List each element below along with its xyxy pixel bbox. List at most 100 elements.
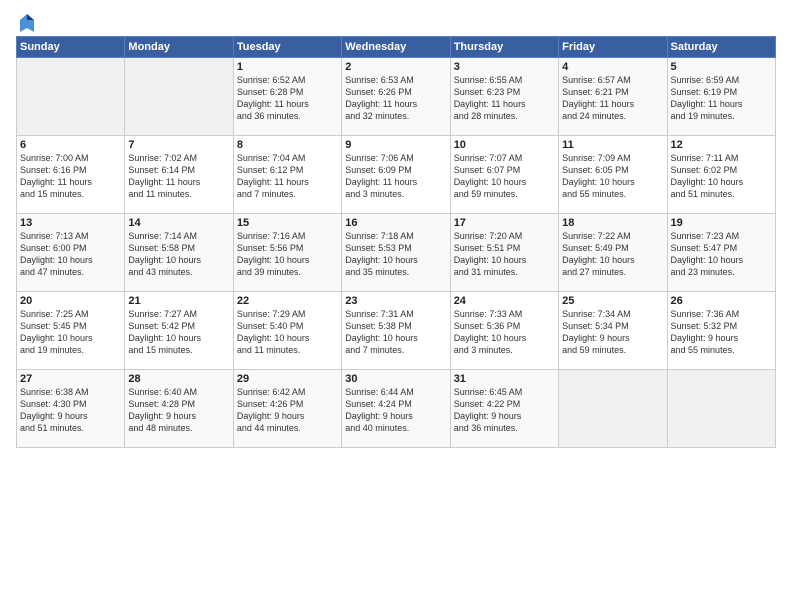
day-info: Sunrise: 7:16 AM Sunset: 5:56 PM Dayligh…	[237, 230, 338, 279]
day-number: 2	[345, 61, 446, 73]
day-number: 3	[454, 61, 555, 73]
weekday-header-wednesday: Wednesday	[342, 37, 450, 58]
calendar-week-2: 6Sunrise: 7:00 AM Sunset: 6:16 PM Daylig…	[17, 136, 776, 214]
day-number: 18	[562, 217, 663, 229]
calendar-cell: 7Sunrise: 7:02 AM Sunset: 6:14 PM Daylig…	[125, 136, 233, 214]
calendar-cell: 14Sunrise: 7:14 AM Sunset: 5:58 PM Dayli…	[125, 214, 233, 292]
day-number: 20	[20, 295, 121, 307]
calendar-cell: 11Sunrise: 7:09 AM Sunset: 6:05 PM Dayli…	[559, 136, 667, 214]
day-number: 9	[345, 139, 446, 151]
day-info: Sunrise: 6:44 AM Sunset: 4:24 PM Dayligh…	[345, 386, 446, 435]
day-number: 10	[454, 139, 555, 151]
day-info: Sunrise: 6:59 AM Sunset: 6:19 PM Dayligh…	[671, 74, 772, 123]
day-number: 16	[345, 217, 446, 229]
calendar-cell: 9Sunrise: 7:06 AM Sunset: 6:09 PM Daylig…	[342, 136, 450, 214]
day-number: 28	[128, 373, 229, 385]
weekday-header-tuesday: Tuesday	[233, 37, 341, 58]
calendar-week-1: 1Sunrise: 6:52 AM Sunset: 6:28 PM Daylig…	[17, 58, 776, 136]
calendar-cell: 3Sunrise: 6:55 AM Sunset: 6:23 PM Daylig…	[450, 58, 558, 136]
day-number: 12	[671, 139, 772, 151]
day-number: 1	[237, 61, 338, 73]
calendar-cell: 27Sunrise: 6:38 AM Sunset: 4:30 PM Dayli…	[17, 370, 125, 448]
calendar-cell: 1Sunrise: 6:52 AM Sunset: 6:28 PM Daylig…	[233, 58, 341, 136]
day-number: 4	[562, 61, 663, 73]
day-number: 6	[20, 139, 121, 151]
day-info: Sunrise: 6:42 AM Sunset: 4:26 PM Dayligh…	[237, 386, 338, 435]
day-info: Sunrise: 7:27 AM Sunset: 5:42 PM Dayligh…	[128, 308, 229, 357]
calendar-cell: 28Sunrise: 6:40 AM Sunset: 4:28 PM Dayli…	[125, 370, 233, 448]
calendar-cell: 16Sunrise: 7:18 AM Sunset: 5:53 PM Dayli…	[342, 214, 450, 292]
day-info: Sunrise: 7:34 AM Sunset: 5:34 PM Dayligh…	[562, 308, 663, 357]
day-info: Sunrise: 6:38 AM Sunset: 4:30 PM Dayligh…	[20, 386, 121, 435]
calendar-cell: 19Sunrise: 7:23 AM Sunset: 5:47 PM Dayli…	[667, 214, 775, 292]
day-number: 19	[671, 217, 772, 229]
calendar-cell: 29Sunrise: 6:42 AM Sunset: 4:26 PM Dayli…	[233, 370, 341, 448]
day-info: Sunrise: 7:18 AM Sunset: 5:53 PM Dayligh…	[345, 230, 446, 279]
day-info: Sunrise: 7:33 AM Sunset: 5:36 PM Dayligh…	[454, 308, 555, 357]
day-info: Sunrise: 7:31 AM Sunset: 5:38 PM Dayligh…	[345, 308, 446, 357]
day-info: Sunrise: 7:22 AM Sunset: 5:49 PM Dayligh…	[562, 230, 663, 279]
calendar-cell: 8Sunrise: 7:04 AM Sunset: 6:12 PM Daylig…	[233, 136, 341, 214]
day-number: 5	[671, 61, 772, 73]
calendar-table: SundayMondayTuesdayWednesdayThursdayFrid…	[16, 36, 776, 448]
day-number: 15	[237, 217, 338, 229]
calendar-cell: 30Sunrise: 6:44 AM Sunset: 4:24 PM Dayli…	[342, 370, 450, 448]
day-number: 31	[454, 373, 555, 385]
calendar-cell: 13Sunrise: 7:13 AM Sunset: 6:00 PM Dayli…	[17, 214, 125, 292]
calendar-cell: 10Sunrise: 7:07 AM Sunset: 6:07 PM Dayli…	[450, 136, 558, 214]
day-info: Sunrise: 7:11 AM Sunset: 6:02 PM Dayligh…	[671, 152, 772, 201]
day-number: 7	[128, 139, 229, 151]
day-number: 26	[671, 295, 772, 307]
calendar-cell: 26Sunrise: 7:36 AM Sunset: 5:32 PM Dayli…	[667, 292, 775, 370]
day-number: 22	[237, 295, 338, 307]
day-info: Sunrise: 7:07 AM Sunset: 6:07 PM Dayligh…	[454, 152, 555, 201]
day-info: Sunrise: 6:40 AM Sunset: 4:28 PM Dayligh…	[128, 386, 229, 435]
header	[16, 12, 776, 30]
calendar-cell: 15Sunrise: 7:16 AM Sunset: 5:56 PM Dayli…	[233, 214, 341, 292]
calendar-cell: 18Sunrise: 7:22 AM Sunset: 5:49 PM Dayli…	[559, 214, 667, 292]
day-info: Sunrise: 7:29 AM Sunset: 5:40 PM Dayligh…	[237, 308, 338, 357]
page: SundayMondayTuesdayWednesdayThursdayFrid…	[0, 0, 792, 612]
day-number: 11	[562, 139, 663, 151]
day-info: Sunrise: 7:00 AM Sunset: 6:16 PM Dayligh…	[20, 152, 121, 201]
calendar-cell: 24Sunrise: 7:33 AM Sunset: 5:36 PM Dayli…	[450, 292, 558, 370]
day-info: Sunrise: 7:14 AM Sunset: 5:58 PM Dayligh…	[128, 230, 229, 279]
day-info: Sunrise: 6:53 AM Sunset: 6:26 PM Dayligh…	[345, 74, 446, 123]
weekday-header-friday: Friday	[559, 37, 667, 58]
calendar-cell: 4Sunrise: 6:57 AM Sunset: 6:21 PM Daylig…	[559, 58, 667, 136]
day-number: 30	[345, 373, 446, 385]
day-number: 14	[128, 217, 229, 229]
day-number: 17	[454, 217, 555, 229]
day-info: Sunrise: 7:36 AM Sunset: 5:32 PM Dayligh…	[671, 308, 772, 357]
calendar-cell	[667, 370, 775, 448]
day-info: Sunrise: 7:23 AM Sunset: 5:47 PM Dayligh…	[671, 230, 772, 279]
calendar-week-3: 13Sunrise: 7:13 AM Sunset: 6:00 PM Dayli…	[17, 214, 776, 292]
calendar-cell: 21Sunrise: 7:27 AM Sunset: 5:42 PM Dayli…	[125, 292, 233, 370]
day-info: Sunrise: 7:04 AM Sunset: 6:12 PM Dayligh…	[237, 152, 338, 201]
day-number: 25	[562, 295, 663, 307]
day-number: 27	[20, 373, 121, 385]
day-info: Sunrise: 6:52 AM Sunset: 6:28 PM Dayligh…	[237, 74, 338, 123]
weekday-header-sunday: Sunday	[17, 37, 125, 58]
day-info: Sunrise: 6:57 AM Sunset: 6:21 PM Dayligh…	[562, 74, 663, 123]
calendar-cell: 22Sunrise: 7:29 AM Sunset: 5:40 PM Dayli…	[233, 292, 341, 370]
calendar-week-4: 20Sunrise: 7:25 AM Sunset: 5:45 PM Dayli…	[17, 292, 776, 370]
weekday-header-saturday: Saturday	[667, 37, 775, 58]
day-number: 24	[454, 295, 555, 307]
calendar-cell: 20Sunrise: 7:25 AM Sunset: 5:45 PM Dayli…	[17, 292, 125, 370]
day-number: 8	[237, 139, 338, 151]
day-info: Sunrise: 6:55 AM Sunset: 6:23 PM Dayligh…	[454, 74, 555, 123]
weekday-header-row: SundayMondayTuesdayWednesdayThursdayFrid…	[17, 37, 776, 58]
calendar-cell	[17, 58, 125, 136]
day-info: Sunrise: 7:25 AM Sunset: 5:45 PM Dayligh…	[20, 308, 121, 357]
calendar-cell: 17Sunrise: 7:20 AM Sunset: 5:51 PM Dayli…	[450, 214, 558, 292]
day-info: Sunrise: 6:45 AM Sunset: 4:22 PM Dayligh…	[454, 386, 555, 435]
day-number: 21	[128, 295, 229, 307]
day-info: Sunrise: 7:09 AM Sunset: 6:05 PM Dayligh…	[562, 152, 663, 201]
logo-text	[16, 12, 36, 34]
calendar-cell: 31Sunrise: 6:45 AM Sunset: 4:22 PM Dayli…	[450, 370, 558, 448]
weekday-header-thursday: Thursday	[450, 37, 558, 58]
weekday-header-monday: Monday	[125, 37, 233, 58]
day-info: Sunrise: 7:06 AM Sunset: 6:09 PM Dayligh…	[345, 152, 446, 201]
calendar-cell: 2Sunrise: 6:53 AM Sunset: 6:26 PM Daylig…	[342, 58, 450, 136]
